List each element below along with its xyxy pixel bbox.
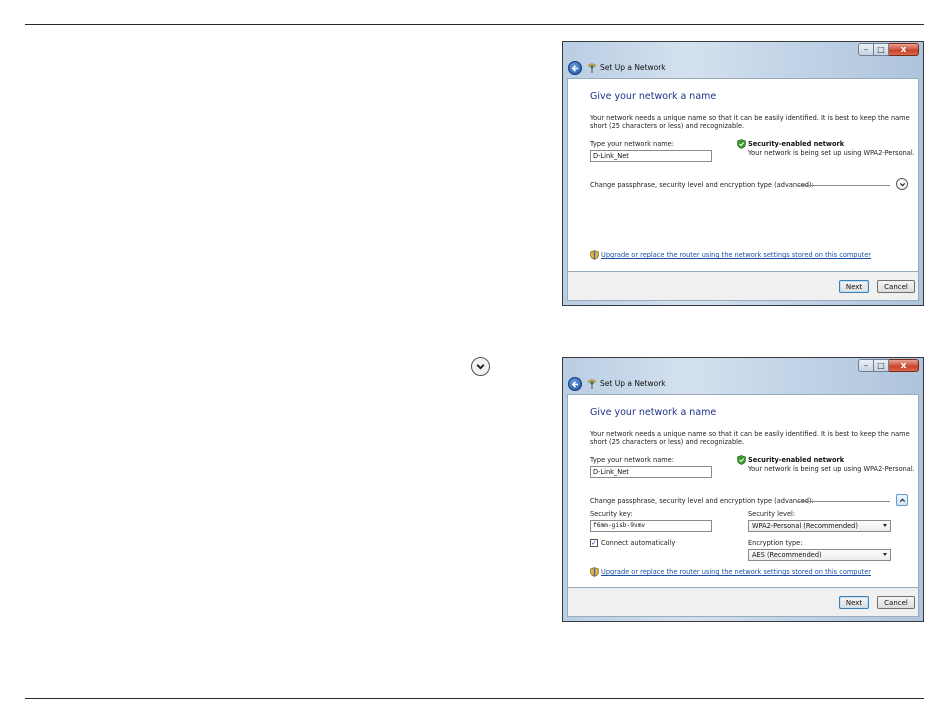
description-text: Your network needs a unique name so that… xyxy=(590,430,910,447)
next-button[interactable]: Next xyxy=(839,280,869,293)
dialog-content: Give your network a name Your network ne… xyxy=(567,78,919,272)
network-name-input[interactable]: D-Link_Net xyxy=(590,466,712,478)
back-arrow-icon xyxy=(571,64,578,72)
advanced-options-row: Change passphrase, security level and en… xyxy=(590,494,908,508)
security-enabled-subtitle: Your network is being set up using WPA2-… xyxy=(748,465,915,473)
security-key-label: Security key: xyxy=(590,510,633,518)
security-key-input[interactable]: f6mm-gisb-9vmv xyxy=(590,520,712,532)
setup-network-window-collapsed: – □ x Set Up a Network Give your network… xyxy=(562,41,924,306)
shield-icon xyxy=(737,139,746,149)
network-icon xyxy=(587,63,597,73)
security-enabled-title: Security-enabled network xyxy=(748,140,845,148)
shield-icon xyxy=(737,455,746,465)
encryption-type-select[interactable]: AES (Recommended) xyxy=(748,549,891,561)
title-bar: – □ x Set Up a Network xyxy=(563,42,923,78)
dialog-content: Give your network a name Your network ne… xyxy=(567,394,919,588)
security-level-label: Security level: xyxy=(748,510,796,518)
encryption-type-value: AES (Recommended) xyxy=(752,551,822,559)
minimize-button[interactable]: – xyxy=(858,43,874,56)
divider-line xyxy=(798,185,890,186)
advanced-options-label: Change passphrase, security level and en… xyxy=(590,181,814,189)
cancel-button[interactable]: Cancel xyxy=(877,596,915,609)
dropdown-arrow-icon xyxy=(883,553,887,556)
network-name-label: Type your network name: xyxy=(590,456,674,464)
upgrade-router-link[interactable]: Upgrade or replace the router using the … xyxy=(601,568,871,576)
close-button[interactable]: x xyxy=(889,43,919,56)
bottom-rule xyxy=(25,698,924,699)
connect-automatically-label: Connect automatically xyxy=(601,539,676,547)
cancel-button[interactable]: Cancel xyxy=(877,280,915,293)
title-bar: – □ x Set Up a Network xyxy=(563,358,923,394)
description-text: Your network needs a unique name so that… xyxy=(590,114,910,131)
expand-advanced-button[interactable] xyxy=(896,178,908,190)
window-title: Set Up a Network xyxy=(600,63,666,72)
chevron-down-icon xyxy=(899,182,905,186)
page-heading: Give your network a name xyxy=(590,91,717,102)
maximize-button[interactable]: □ xyxy=(874,43,889,56)
security-level-select[interactable]: WPA2-Personal (Recommended) xyxy=(748,520,891,532)
maximize-button[interactable]: □ xyxy=(874,359,889,372)
window-controls: – □ x xyxy=(858,359,919,372)
next-button[interactable]: Next xyxy=(839,596,869,609)
encryption-type-label: Encryption type: xyxy=(748,539,803,547)
security-enabled-subtitle: Your network is being set up using WPA2-… xyxy=(748,149,915,157)
dropdown-arrow-icon xyxy=(883,524,887,527)
upgrade-router-link[interactable]: Upgrade or replace the router using the … xyxy=(601,251,871,259)
window-title: Set Up a Network xyxy=(600,379,666,388)
network-name-input[interactable]: D-Link_Net xyxy=(590,150,712,162)
advanced-options-label: Change passphrase, security level and en… xyxy=(590,497,814,505)
setup-network-window-expanded: – □ x Set Up a Network Give your network… xyxy=(562,357,924,622)
dialog-footer: Next Cancel xyxy=(567,272,919,301)
back-button[interactable] xyxy=(568,377,582,391)
dialog-footer: Next Cancel xyxy=(567,588,919,617)
security-enabled-title: Security-enabled network xyxy=(748,456,845,464)
window-controls: – □ x xyxy=(858,43,919,56)
network-name-label: Type your network name: xyxy=(590,140,674,148)
back-button[interactable] xyxy=(568,61,582,75)
chevron-down-circle-icon xyxy=(471,357,490,376)
divider-line xyxy=(798,501,890,502)
back-arrow-icon xyxy=(571,380,578,388)
connect-automatically-checkbox[interactable]: ✓ xyxy=(590,539,598,547)
security-level-value: WPA2-Personal (Recommended) xyxy=(752,522,858,530)
collapse-advanced-button[interactable] xyxy=(896,494,908,506)
advanced-options-row: Change passphrase, security level and en… xyxy=(590,178,908,192)
chevron-up-icon xyxy=(899,498,905,502)
shield-icon xyxy=(590,567,599,577)
network-icon xyxy=(587,379,597,389)
page-heading: Give your network a name xyxy=(590,407,717,418)
close-button[interactable]: x xyxy=(889,359,919,372)
shield-icon xyxy=(590,250,599,260)
minimize-button[interactable]: – xyxy=(858,359,874,372)
top-rule xyxy=(25,24,924,25)
